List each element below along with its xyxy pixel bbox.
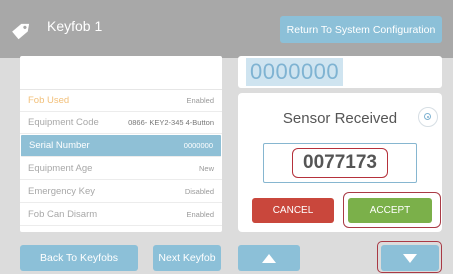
scroll-down-button[interactable]	[381, 245, 439, 271]
sensor-received-dialog: Sensor Received 0077173 CANCEL ACCEPT	[238, 93, 442, 232]
detail-row-emergency-key[interactable]: Emergency Key Disabled	[20, 181, 222, 203]
detail-value: 0000000	[183, 141, 213, 150]
detail-row-fob-can-disarm[interactable]: Fob Can Disarm Enabled	[20, 204, 222, 226]
header-bar: Keyfob 1 Return To System Configuration	[0, 0, 453, 58]
detail-row-fob-used[interactable]: Fob Used Enabled	[20, 90, 222, 112]
sensor-code-field: 0077173	[263, 143, 417, 183]
back-to-keyfobs-button[interactable]: Back To Keyfobs	[20, 245, 138, 271]
detail-label: Emergency Key	[28, 186, 96, 197]
detail-label: Serial Number	[29, 140, 90, 151]
detail-value: Enabled	[186, 96, 214, 105]
detail-label: Equipment Code	[28, 117, 99, 128]
serial-number-value: 0000000	[246, 58, 344, 86]
detail-row-serial-number[interactable]: Serial Number 0000000	[21, 135, 221, 157]
accept-button[interactable]: ACCEPT	[348, 198, 432, 223]
list-header-spacer	[20, 56, 222, 90]
detail-row-equipment-age[interactable]: Equipment Age New	[20, 158, 222, 180]
detail-label: Fob Used	[28, 95, 70, 106]
cancel-button[interactable]: CANCEL	[252, 198, 334, 223]
detail-row-equipment-code[interactable]: Equipment Code 0866- KEY2-345 4-Button	[20, 112, 222, 134]
scroll-up-button[interactable]	[238, 245, 300, 271]
next-keyfob-button[interactable]: Next Keyfob	[153, 245, 221, 271]
detail-label: Fob Can Disarm	[28, 209, 98, 220]
detail-value: Enabled	[186, 210, 214, 219]
page-title: Keyfob 1	[47, 18, 103, 34]
serial-number-field[interactable]: 0000000	[238, 56, 442, 88]
detail-value: 0866- KEY2-345 4-Button	[128, 118, 214, 127]
return-to-system-configuration-button[interactable]: Return To System Configuration	[280, 16, 442, 43]
detail-value: New	[198, 164, 214, 173]
sensor-code-value: 0077173	[292, 148, 388, 178]
keyfob-details-panel: Fob Used Enabled Equipment Code 0866- KE…	[20, 56, 222, 232]
detail-value: Disabled	[184, 187, 214, 196]
arrow-down-icon	[403, 253, 417, 263]
tag-icon	[12, 23, 30, 40]
detail-label: Equipment Age	[28, 163, 93, 174]
dialog-title: Sensor Received	[282, 110, 398, 127]
arrow-up-icon	[262, 253, 276, 263]
